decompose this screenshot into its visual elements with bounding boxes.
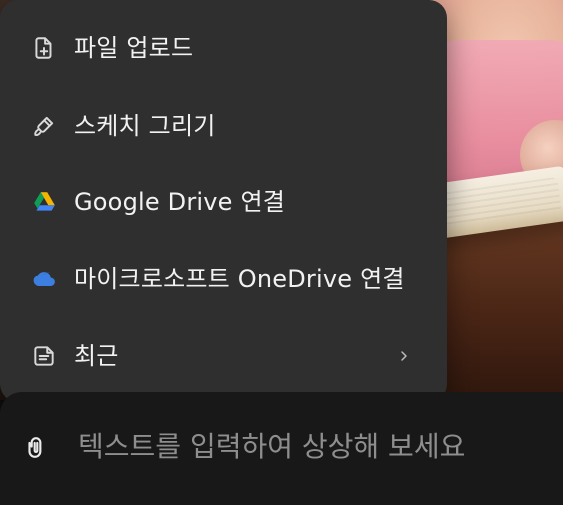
menu-item-label: 파일 업로드 [74, 34, 194, 62]
menu-item-recent[interactable]: 최근 [0, 320, 447, 392]
menu-item-label: 스케치 그리기 [74, 112, 216, 140]
menu-item-label: 마이크로소프트 OneDrive 연결 [74, 265, 405, 293]
menu-item-onedrive[interactable]: 마이크로소프트 OneDrive 연결 [0, 243, 447, 315]
chevron-right-icon [395, 347, 413, 365]
brush-icon [30, 112, 58, 140]
app-stage: 파일 업로드 스케치 그리기 Google Drive 연결 마이크로소프트 O… [0, 0, 563, 505]
paperclip-icon[interactable] [20, 426, 52, 466]
menu-item-google-drive[interactable]: Google Drive 연결 [0, 166, 447, 238]
attachment-menu: 파일 업로드 스케치 그리기 Google Drive 연결 마이크로소프트 O… [0, 0, 447, 402]
menu-item-sketch[interactable]: 스케치 그리기 [0, 90, 447, 162]
menu-item-file-upload[interactable]: 파일 업로드 [0, 12, 447, 84]
prompt-input[interactable] [78, 426, 538, 466]
file-upload-icon [30, 34, 58, 62]
recent-note-icon [30, 342, 58, 370]
menu-item-label: 최근 [74, 342, 119, 370]
google-drive-icon [30, 188, 58, 216]
composer-bar [0, 392, 563, 505]
onedrive-icon [30, 265, 58, 293]
menu-item-label: Google Drive 연결 [74, 188, 286, 216]
